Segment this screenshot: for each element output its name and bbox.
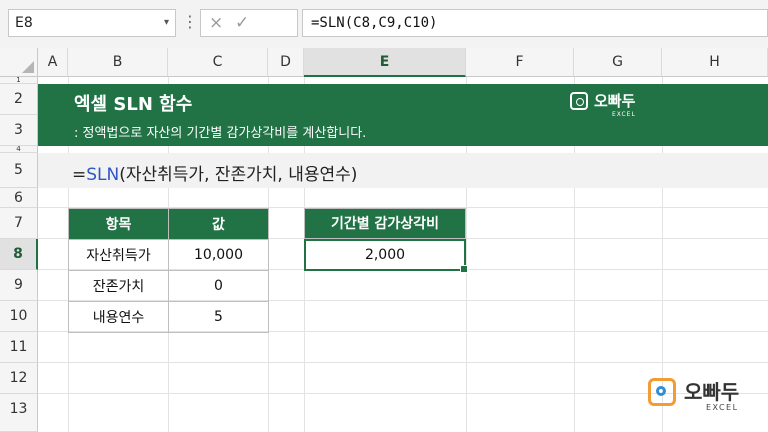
result-value: 2,000: [364, 247, 406, 263]
logo-name: 오빠두: [594, 92, 636, 110]
row-header-6[interactable]: 6: [0, 188, 38, 208]
row-header-1[interactable]: 1: [0, 77, 38, 84]
column-header-b[interactable]: B: [68, 48, 168, 77]
table-row: 내용연수 5: [68, 301, 269, 333]
page-subtitle: : 정액법으로 자산의 기간별 감가상각비를 계산합니다.: [74, 126, 367, 141]
row-header-11[interactable]: 11: [0, 332, 38, 363]
title-banner: 엑셀 SLN 함수 : 정액법으로 자산의 기간별 감가상각비를 계산합니다. …: [38, 84, 768, 146]
logo-sub: EXCEL: [612, 111, 636, 118]
result-header[interactable]: 기간별 감가상각비: [304, 208, 466, 239]
syntax-function-name: SLN: [86, 165, 120, 185]
column-header-h[interactable]: H: [662, 48, 768, 77]
cancel-icon[interactable]: ×: [209, 13, 223, 33]
row-header-10[interactable]: 10: [0, 301, 38, 332]
column-header-c[interactable]: C: [168, 48, 268, 77]
camera-logo-icon: [648, 378, 676, 406]
formula-input[interactable]: =SLN(C8,C9,C10): [302, 9, 768, 37]
column-header-e[interactable]: E: [304, 48, 466, 77]
name-box[interactable]: E8 ▾: [8, 9, 176, 37]
row-header-5[interactable]: 5: [0, 153, 38, 188]
row-header-9[interactable]: 9: [0, 270, 38, 301]
column-header-a[interactable]: A: [38, 48, 68, 77]
table-cell[interactable]: 0: [168, 270, 269, 302]
result-cell-selected[interactable]: 2,000: [304, 239, 468, 273]
select-all-button[interactable]: [0, 48, 38, 77]
name-box-value: E8: [15, 15, 33, 31]
watermark-sub: EXCEL: [706, 403, 739, 412]
formula-bar: E8 ▾ ⋮ × ✓ fx =SLN(C8,C9,C10): [0, 0, 768, 49]
enter-icon[interactable]: ✓: [235, 13, 249, 33]
syntax-row: =SLN(자산취득가, 잔존가치, 내용연수): [38, 153, 768, 188]
syntax-args: (자산취득가, 잔존가치, 내용연수): [119, 165, 358, 185]
fill-handle[interactable]: [460, 265, 468, 273]
row-header-13[interactable]: 13: [0, 394, 38, 432]
table-cell[interactable]: 내용연수: [68, 301, 169, 333]
table-header-value[interactable]: 값: [168, 208, 269, 240]
table-cell[interactable]: 5: [168, 301, 269, 333]
table-row: 잔존가치 0: [68, 270, 269, 302]
row-header-8[interactable]: 8: [0, 239, 38, 270]
formula-buttons: × ✓ fx: [200, 9, 479, 37]
more-options-icon[interactable]: ⋮: [182, 12, 198, 31]
page-title: 엑셀 SLN 함수: [74, 94, 193, 115]
table-row: 자산취득가 10,000: [68, 239, 269, 271]
table-cell[interactable]: 잔존가치: [68, 270, 169, 302]
row-header-2[interactable]: 2: [0, 84, 38, 115]
row-header-12[interactable]: 12: [0, 363, 38, 394]
table-header-item[interactable]: 항목: [68, 208, 169, 240]
camera-logo-icon: [570, 92, 588, 110]
row-header-3[interactable]: 3: [0, 115, 38, 146]
column-header-g[interactable]: G: [574, 48, 662, 77]
function-syntax: =SLN(자산취득가, 잔존가치, 내용연수): [72, 160, 357, 185]
input-table: 항목 값 자산취득가 10,000 잔존가치 0 내용연수 5: [68, 208, 269, 333]
table-cell[interactable]: 10,000: [168, 239, 269, 271]
chevron-down-icon[interactable]: ▾: [164, 10, 169, 36]
column-header-d[interactable]: D: [268, 48, 304, 77]
grid-line: [38, 362, 768, 363]
watermark-name: 오빠두: [684, 380, 740, 404]
row-header-4[interactable]: 4: [0, 146, 38, 153]
watermark-logo: 오빠두 EXCEL: [648, 376, 758, 416]
syntax-prefix: =: [72, 165, 87, 185]
row-header-7[interactable]: 7: [0, 208, 38, 239]
column-header-f[interactable]: F: [466, 48, 574, 77]
table-cell[interactable]: 자산취득가: [68, 239, 169, 271]
